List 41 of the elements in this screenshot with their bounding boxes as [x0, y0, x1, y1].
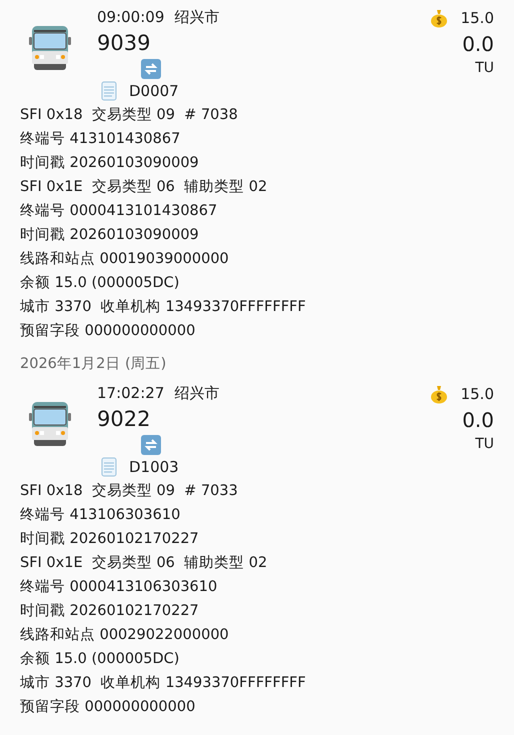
time-text: 09:00:09: [97, 8, 164, 27]
swap-icon: [141, 59, 161, 79]
detail-line: SFI 0x18 交易类型 09 # 7038: [20, 106, 239, 125]
unit-text: TU: [475, 60, 494, 76]
swap-icon: [141, 435, 161, 455]
detail-line: 时间戳 20260103090009: [20, 226, 200, 245]
detail-line: 预留字段 000000000000: [20, 698, 196, 717]
detail-line: 时间戳 20260103090009: [20, 154, 200, 173]
detail-line: 余额 15.0 (000005DC): [20, 274, 180, 293]
detail-line: 城市 3370 收单机构 13493370FFFFFFFF: [20, 298, 307, 317]
detail-line: 预留字段 000000000000: [20, 322, 196, 341]
unit-text: TU: [475, 436, 494, 452]
city-text: 绍兴市: [174, 8, 220, 27]
money-bag-icon: [428, 384, 449, 404]
route-number: 9039: [97, 31, 152, 55]
balance-text: 15.0: [460, 9, 494, 27]
notepad-icon: [101, 81, 117, 101]
notepad-icon: [101, 457, 117, 477]
detail-line: SFI 0x1E 交易类型 06 辅助类型 02: [20, 554, 268, 573]
time-text: 17:02:27: [97, 384, 164, 403]
detail-line: SFI 0x1E 交易类型 06 辅助类型 02: [20, 178, 268, 197]
detail-line: 终端号 413101430867: [20, 130, 182, 149]
detail-line: 终端号 0000413101430867: [20, 202, 218, 221]
date-header: 2026年1月2日 (周五): [19, 355, 168, 374]
device-id: D1003: [129, 458, 179, 476]
detail-line: 线路和站点 00019039000000: [20, 250, 230, 269]
detail-line: 时间戳 20260102170227: [20, 530, 200, 549]
amount-text: 0.0: [462, 32, 494, 56]
detail-line: 余额 15.0 (000005DC): [20, 650, 180, 669]
city-text: 绍兴市: [174, 384, 220, 403]
route-number: 9022: [97, 407, 152, 431]
detail-line: SFI 0x18 交易类型 09 # 7033: [20, 482, 239, 501]
balance-text: 15.0: [460, 385, 494, 403]
device-id: D0007: [129, 82, 179, 100]
detail-line: 线路和站点 00029022000000: [20, 626, 230, 645]
amount-text: 0.0: [462, 408, 494, 432]
detail-line: 终端号 0000413106303610: [20, 578, 218, 597]
money-bag-icon: [428, 8, 449, 28]
detail-line: 终端号 413106303610: [20, 506, 182, 525]
detail-line: 城市 3370 收单机构 13493370FFFFFFFF: [20, 674, 307, 693]
detail-line: 时间戳 20260102170227: [20, 602, 200, 621]
